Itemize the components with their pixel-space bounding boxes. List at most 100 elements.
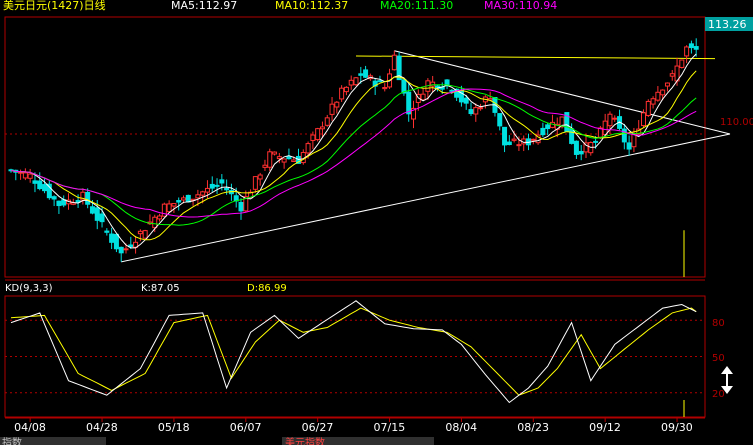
x-tick-label: 06/07 xyxy=(230,421,262,434)
x-tick-label: 09/12 xyxy=(589,421,621,434)
candle-body xyxy=(343,86,349,93)
candle-body xyxy=(118,246,124,254)
candlestick-series xyxy=(8,38,699,262)
x-tick-label: 09/30 xyxy=(661,421,693,434)
candle-body xyxy=(631,133,637,148)
candle-body xyxy=(200,191,206,196)
kd-k-value: K:87.05 xyxy=(141,283,180,294)
candle-body xyxy=(291,159,297,163)
ma10-label: MA10:112.37 xyxy=(275,0,348,12)
candle-body xyxy=(353,77,359,86)
candle-body xyxy=(645,100,651,116)
candle-body xyxy=(42,184,48,192)
candle-body xyxy=(660,89,666,96)
candle-body xyxy=(621,128,627,143)
candle-body xyxy=(286,156,292,160)
candle-body xyxy=(612,117,618,120)
candle-body xyxy=(238,201,244,212)
candle-body xyxy=(152,216,158,229)
candle-body xyxy=(382,87,388,90)
candle-body xyxy=(502,126,508,146)
candle-body xyxy=(569,128,575,144)
x-tick-label: 04/08 xyxy=(14,421,46,434)
candle-body xyxy=(99,213,105,223)
candle-body xyxy=(578,150,584,155)
candle-body xyxy=(166,203,172,213)
candle-body xyxy=(664,82,670,87)
candle-body xyxy=(324,117,330,126)
kd-lines xyxy=(10,300,697,404)
x-axis: 04/08 04/28 05/18 06/07 06/27 07/15 08/04 08/23… xyxy=(14,418,693,434)
lower-trendline xyxy=(121,133,731,263)
candle-body xyxy=(94,207,100,221)
candle-body xyxy=(18,171,24,174)
candle-body xyxy=(334,101,340,108)
candle-body xyxy=(56,200,62,207)
ma30-label: MA30:110.94 xyxy=(484,0,557,12)
candle-body xyxy=(123,248,129,251)
kd-d-line xyxy=(10,307,697,396)
candle-body xyxy=(449,89,455,92)
candle-body xyxy=(51,196,57,200)
candle-body xyxy=(27,173,33,179)
candle-body xyxy=(214,184,220,187)
candle-body xyxy=(319,126,325,130)
candle-body xyxy=(113,233,119,250)
candle-body xyxy=(511,138,517,141)
candle-body xyxy=(252,176,258,190)
candle-body xyxy=(463,97,469,104)
kd-level-20: 20 xyxy=(712,389,725,400)
candle-body xyxy=(679,59,685,68)
candle-body xyxy=(430,81,436,87)
candle-body xyxy=(516,144,522,147)
candle-body xyxy=(468,109,474,115)
candle-body xyxy=(406,91,412,115)
ma20-label: MA20:111.30 xyxy=(380,0,453,12)
footer-text-right: 美元指数 xyxy=(285,436,325,445)
candle-body xyxy=(497,113,503,127)
candle-body xyxy=(315,128,321,141)
candle-body xyxy=(391,54,397,71)
x-tick-label: 07/15 xyxy=(374,421,406,434)
candle-body xyxy=(339,87,345,100)
candle-body xyxy=(137,230,143,235)
ma20-line xyxy=(10,84,697,226)
candle-body xyxy=(104,230,110,233)
candle-body xyxy=(478,107,484,110)
candle-body xyxy=(109,233,115,243)
candle-body xyxy=(128,244,134,248)
candle-body xyxy=(573,140,579,155)
kd-level-50: 50 xyxy=(712,353,725,364)
stock-chart: 04/08 04/28 05/18 06/07 06/27 07/15 08/04 08/23… xyxy=(0,0,753,445)
candle-body xyxy=(506,141,512,146)
candle-body xyxy=(195,194,201,199)
x-tick-label: 08/23 xyxy=(517,421,549,434)
chart-frame xyxy=(4,16,706,419)
candle-body xyxy=(688,43,694,49)
x-tick-label: 05/18 xyxy=(158,421,190,434)
chart-title: 美元日元(1427)日线 xyxy=(3,0,106,12)
candle-body xyxy=(257,174,263,180)
footer-text-left: 指数 xyxy=(2,436,22,445)
candle-body xyxy=(204,187,210,193)
candle-body xyxy=(602,120,608,136)
candle-body xyxy=(262,164,268,168)
candle-body xyxy=(32,180,38,184)
candle-body xyxy=(37,180,43,190)
candle-body xyxy=(420,93,426,101)
candle-body xyxy=(363,69,369,78)
candle-body xyxy=(540,127,546,136)
candle-body xyxy=(329,103,335,115)
candle-body xyxy=(171,203,177,207)
candle-body xyxy=(545,124,551,130)
candle-body xyxy=(281,158,287,163)
candle-body xyxy=(473,107,479,115)
candle-body xyxy=(272,151,278,155)
candle-body xyxy=(693,46,699,50)
candle-body xyxy=(85,191,91,205)
kd-title: KD(9,3,3) xyxy=(5,283,53,294)
ma10-line xyxy=(10,70,697,241)
kd-d-value: D:86.99 xyxy=(247,283,287,294)
candle-body xyxy=(209,183,215,189)
candle-body xyxy=(655,91,661,101)
